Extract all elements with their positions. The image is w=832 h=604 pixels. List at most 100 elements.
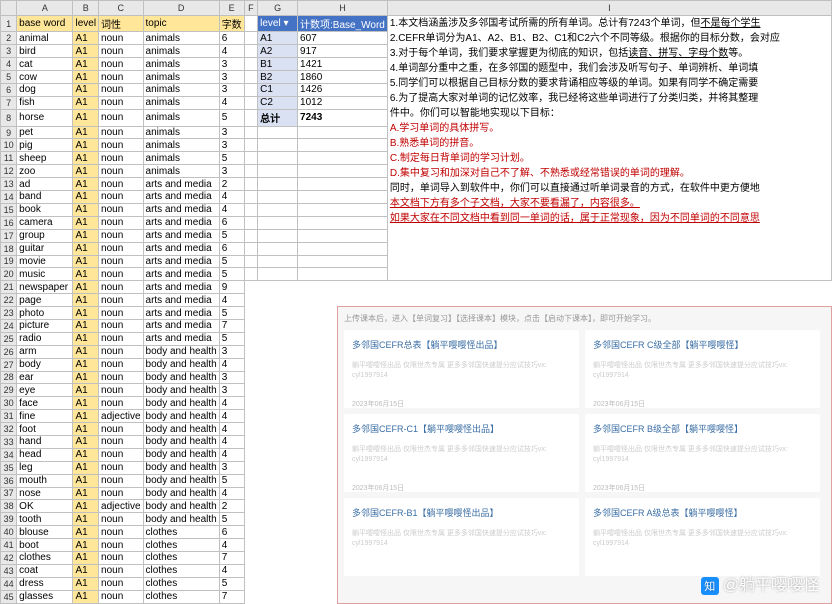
cell-word[interactable]: photo [17,307,73,320]
cell-word[interactable]: band [17,191,73,204]
cell-level[interactable]: A1 [73,45,99,58]
cell-count[interactable]: 3 [219,139,244,152]
cell-level[interactable]: A1 [73,165,99,178]
cell-level[interactable]: A1 [73,397,99,410]
cell-count[interactable]: 5 [219,255,244,268]
course-card[interactable]: 多邻国CEFR C级全部【躺平嘤嘤怪】 躺平嘤嘤怪出品 仅限世杰专属 更多多邻国… [585,330,820,408]
cell-topic[interactable]: arts and media [143,294,219,307]
cell-pos[interactable]: noun [99,448,143,461]
cell-level[interactable]: A1 [73,229,99,242]
cell-topic[interactable]: body and health [143,461,219,474]
cell-level[interactable]: A1 [73,461,99,474]
cell-word[interactable]: fish [17,96,73,109]
row-hdr[interactable]: 32 [1,423,17,436]
col-F[interactable]: F [244,1,257,16]
summary-value[interactable]: 1860 [298,71,388,84]
cell-pos[interactable]: noun [99,577,143,590]
cell-word[interactable]: camera [17,216,73,229]
cell-topic[interactable]: body and health [143,397,219,410]
cell-topic[interactable]: arts and media [143,255,219,268]
cell-topic[interactable]: arts and media [143,203,219,216]
row-hdr[interactable]: 31 [1,410,17,423]
cell-topic[interactable]: arts and media [143,281,219,294]
cell-count[interactable]: 5 [219,513,244,526]
summary-label[interactable]: A2 [258,45,298,58]
cell-level[interactable]: A1 [73,577,99,590]
cell-level[interactable]: A1 [73,84,99,97]
cell-word[interactable]: tooth [17,513,73,526]
cell-pos[interactable]: noun [99,294,143,307]
cell-count[interactable]: 5 [219,474,244,487]
cell-count[interactable]: 3 [219,461,244,474]
cell-word[interactable]: hand [17,435,73,448]
course-card[interactable]: 多邻国CEFR-B1【躺平嘤嘤怪出品】 躺平嘤嘤怪出品 仅限世杰专属 更多多邻国… [344,498,579,576]
cell-pos[interactable]: noun [99,84,143,97]
cell-topic[interactable]: animals [143,71,219,84]
cell-pos[interactable]: noun [99,96,143,109]
cell-level[interactable]: A1 [73,139,99,152]
cell-pos[interactable]: noun [99,203,143,216]
row-hdr[interactable]: 5 [1,71,17,84]
row-hdr[interactable]: 2 [1,32,17,45]
cell-count[interactable]: 7 [219,590,244,603]
cell-word[interactable]: ear [17,371,73,384]
cell-word[interactable]: clothes [17,551,73,564]
cell-word[interactable]: bird [17,45,73,58]
cell-count[interactable]: 4 [219,191,244,204]
cell-pos[interactable]: noun [99,332,143,345]
cell-pos[interactable]: noun [99,564,143,577]
cell-count[interactable]: 5 [219,577,244,590]
cell-topic[interactable]: clothes [143,551,219,564]
cell-topic[interactable]: arts and media [143,307,219,320]
cell-word[interactable]: pet [17,126,73,139]
cell-pos[interactable]: noun [99,191,143,204]
cell-word[interactable]: book [17,203,73,216]
table-row[interactable]: 21 newspaper A1 noun arts and media 9 [1,281,832,294]
cell-count[interactable]: 3 [219,165,244,178]
cell-level[interactable]: A1 [73,58,99,71]
cell-level[interactable]: A1 [73,152,99,165]
cell-word[interactable]: blouse [17,526,73,539]
cell-level[interactable]: A1 [73,487,99,500]
col-H[interactable]: H [298,1,388,16]
summary-value[interactable]: 917 [298,45,388,58]
cell-level[interactable]: A1 [73,307,99,320]
cell-pos[interactable]: noun [99,32,143,45]
row-hdr[interactable]: 7 [1,96,17,109]
cell-topic[interactable]: arts and media [143,216,219,229]
cell-count[interactable]: 5 [219,152,244,165]
row-hdr[interactable]: 33 [1,435,17,448]
summary-value[interactable]: 1426 [298,84,388,97]
cell-word[interactable]: cow [17,71,73,84]
cell-count[interactable]: 4 [219,294,244,307]
cell-topic[interactable]: body and health [143,448,219,461]
row-hdr[interactable]: 39 [1,513,17,526]
header-pos[interactable]: 词性 [99,15,143,32]
cell-count[interactable]: 4 [219,410,244,423]
row-hdr[interactable]: 27 [1,358,17,371]
cell-count[interactable]: 5 [219,332,244,345]
cell-word[interactable]: boot [17,539,73,552]
cell-count[interactable]: 3 [219,384,244,397]
cell-pos[interactable]: noun [99,397,143,410]
summary-hdr-count[interactable]: 计数项:Base_Word [298,15,388,32]
cell-topic[interactable]: animals [143,126,219,139]
cell-pos[interactable]: noun [99,474,143,487]
cell-level[interactable]: A1 [73,268,99,281]
cell-pos[interactable]: noun [99,551,143,564]
row-hdr[interactable]: 45 [1,590,17,603]
cell-topic[interactable]: animals [143,165,219,178]
cell-word[interactable]: fine [17,410,73,423]
row-hdr[interactable]: 10 [1,139,17,152]
row-hdr[interactable]: 9 [1,126,17,139]
cell-level[interactable]: A1 [73,332,99,345]
cell-pos[interactable]: noun [99,165,143,178]
notes-cell[interactable]: 1.本文档涵盖涉及多邻国考试所需的所有单词。总计有7243个单词，但不是每个学生… [387,15,831,281]
cell-level[interactable]: A1 [73,294,99,307]
cell-pos[interactable]: noun [99,371,143,384]
cell-topic[interactable]: arts and media [143,332,219,345]
cell-word[interactable]: dog [17,84,73,97]
cell-count[interactable]: 4 [219,564,244,577]
row-hdr[interactable]: 26 [1,345,17,358]
cell-topic[interactable]: body and health [143,435,219,448]
